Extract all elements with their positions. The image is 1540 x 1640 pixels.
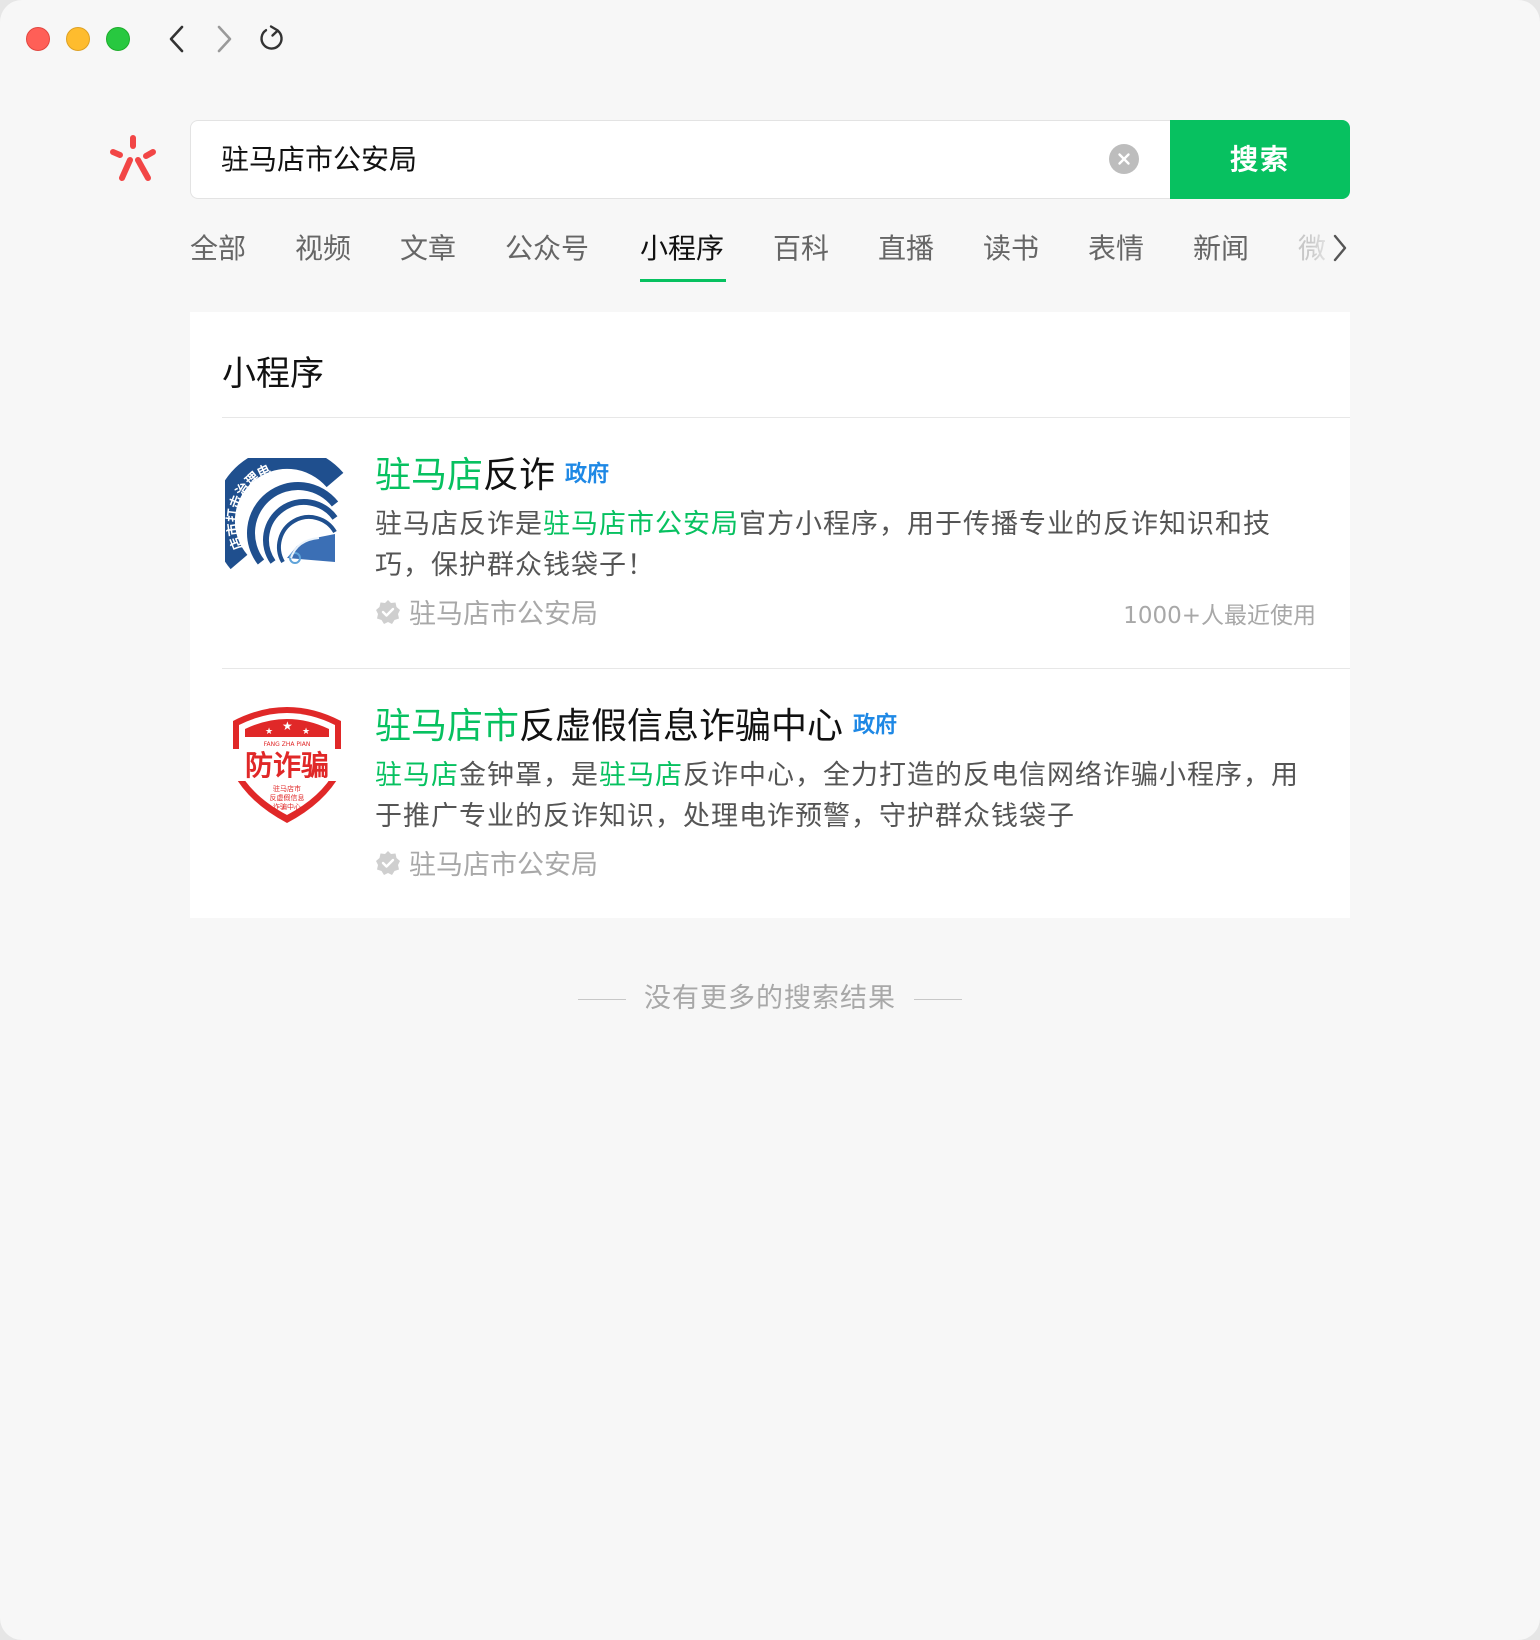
tab-stickers[interactable]: 表情 xyxy=(1088,224,1144,274)
search-query-text: 驻马店市公安局 xyxy=(221,143,418,176)
desc-highlight: 驻马店 xyxy=(375,760,459,791)
window-minimize-button[interactable] xyxy=(66,27,90,51)
section-title: 小程序 xyxy=(222,354,324,394)
publisher-name: 驻马店市公安局 xyxy=(409,599,598,630)
result-publisher: 驻马店市公安局 xyxy=(375,843,598,882)
tab-live[interactable]: 直播 xyxy=(878,224,934,274)
divider xyxy=(578,999,626,1000)
reload-button[interactable] xyxy=(255,22,289,56)
window-close-button[interactable] xyxy=(26,27,50,51)
svg-text:★: ★ xyxy=(265,727,273,737)
results-card: 小程序 店市打击治理电 驻马店反诈 政府 驻马店反诈是驻马店市公安局官方小程序，… xyxy=(190,312,1350,918)
result-title-rest: 反诈 xyxy=(483,455,556,496)
tab-encyclopedia[interactable]: 百科 xyxy=(773,224,829,274)
result-description: 驻马店金钟罩，是驻马店反诈中心，全力打造的反电信网络诈骗小程序，用于推广专业的反… xyxy=(375,755,1315,837)
desc-text: 驻马店反诈是 xyxy=(375,509,543,540)
usage-count: 1000+人最近使用 xyxy=(1123,603,1316,629)
svg-text:防诈骗: 防诈骗 xyxy=(245,749,329,782)
search-logo-icon xyxy=(110,135,156,181)
chevron-right-icon xyxy=(1333,234,1347,262)
tab-all[interactable]: 全部 xyxy=(190,224,246,274)
svg-text:FANG ZHA PIAN: FANG ZHA PIAN xyxy=(264,741,311,748)
svg-text:驻马店市: 驻马店市 xyxy=(273,784,301,793)
result-title-highlight: 驻马店 xyxy=(375,455,484,496)
result-icon-anti-fraud-badge: 店市打击治理电 xyxy=(225,458,344,570)
svg-text:反虚假信息: 反虚假信息 xyxy=(270,793,305,802)
svg-text:诈骗中心: 诈骗中心 xyxy=(273,802,301,811)
desc-text: 金钟罩，是 xyxy=(459,760,599,791)
search-button[interactable]: 搜索 xyxy=(1170,120,1350,199)
clear-search-button[interactable] xyxy=(1109,144,1139,174)
forward-button[interactable] xyxy=(207,22,241,56)
window-maximize-button[interactable] xyxy=(106,27,130,51)
svg-text:★: ★ xyxy=(302,727,310,737)
chevron-right-icon xyxy=(217,25,232,53)
result-item[interactable]: 店市打击治理电 驻马店反诈 政府 驻马店反诈是驻马店市公安局官方小程序，用于传播专… xyxy=(190,418,1350,668)
search-category-tabs: 全部 视频 文章 公众号 小程序 百科 直播 读书 表情 新闻 xyxy=(190,224,1350,284)
result-publisher: 驻马店市公安局 xyxy=(375,592,598,631)
desc-highlight: 驻马店市公安局 xyxy=(543,509,739,540)
close-icon xyxy=(1118,153,1130,165)
chevron-left-icon xyxy=(169,25,184,53)
back-button[interactable] xyxy=(160,22,194,56)
result-title[interactable]: 驻马店市反虚假信息诈骗中心 政府 xyxy=(375,697,897,749)
verified-badge-icon xyxy=(376,599,400,624)
active-tab-indicator xyxy=(640,279,726,282)
tabs-scroll-right-button[interactable] xyxy=(1330,232,1350,268)
verified-badge-icon xyxy=(376,850,400,875)
result-title-highlight: 驻马店市 xyxy=(375,706,520,747)
divider xyxy=(914,999,962,1000)
app-window: 驻马店市公安局 搜索 全部 视频 文章 公众号 小程序 百科 直播 读书 表情 … xyxy=(0,0,1540,1640)
no-more-results-note: 没有更多的搜索结果 xyxy=(0,976,1540,1015)
gov-tag-badge: 政府 xyxy=(853,713,898,738)
result-title[interactable]: 驻马店反诈 政府 xyxy=(375,446,609,498)
tab-mini-programs[interactable]: 小程序 xyxy=(640,224,724,274)
result-description: 驻马店反诈是驻马店市公安局官方小程序，用于传播专业的反诈知识和技巧，保护群众钱袋… xyxy=(375,504,1315,586)
svg-text:★: ★ xyxy=(282,719,293,733)
result-title-rest: 反虚假信息诈骗中心 xyxy=(519,706,844,747)
reload-icon xyxy=(260,25,283,50)
gov-tag-badge: 政府 xyxy=(565,462,610,487)
tab-official-accounts[interactable]: 公众号 xyxy=(505,224,589,274)
desc-highlight: 驻马店 xyxy=(599,760,683,791)
tab-news[interactable]: 新闻 xyxy=(1193,224,1249,274)
publisher-name: 驻马店市公安局 xyxy=(409,850,598,881)
result-item[interactable]: ★ ★ ★ FANG ZHA PIAN 防诈骗 驻马店市 反虚假信息 诈骗中心 … xyxy=(190,669,1350,919)
result-icon-fangzhapian-shield: ★ ★ ★ FANG ZHA PIAN 防诈骗 驻马店市 反虚假信息 诈骗中心 xyxy=(227,707,347,823)
no-more-results-text: 没有更多的搜索结果 xyxy=(644,983,896,1014)
tab-books[interactable]: 读书 xyxy=(983,224,1039,274)
search-input[interactable]: 驻马店市公安局 xyxy=(190,120,1170,199)
tab-video[interactable]: 视频 xyxy=(295,224,351,274)
tab-articles[interactable]: 文章 xyxy=(400,224,456,274)
